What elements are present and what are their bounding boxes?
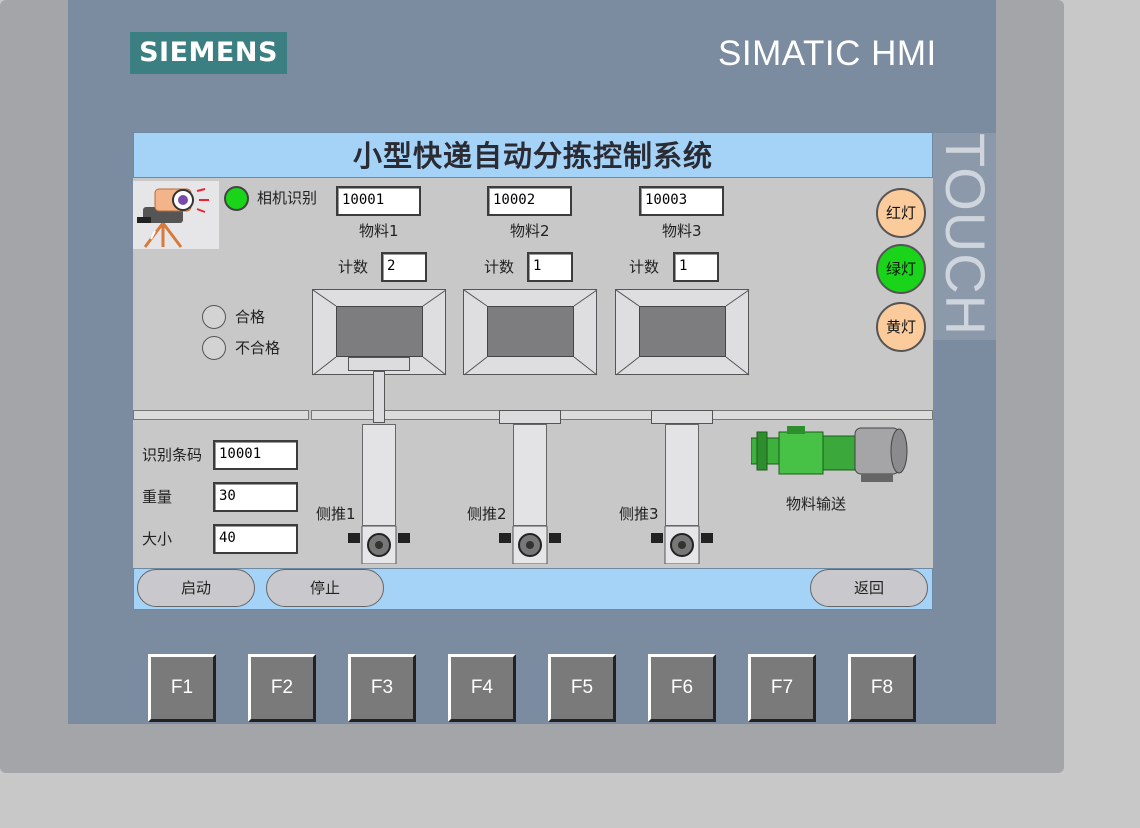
material-2-label: 物料2 <box>510 222 550 240</box>
start-button[interactable]: 启动 <box>137 569 255 607</box>
f1-key[interactable]: F1 <box>148 654 216 722</box>
pusher-2-label: 侧推2 <box>467 505 507 523</box>
material-1-label: 物料1 <box>359 222 399 240</box>
conveyor-motor-icon <box>751 426 908 482</box>
pusher-1-body <box>362 424 396 526</box>
yellow-light: 黄灯 <box>876 302 926 352</box>
sort-bin-2 <box>463 289 598 376</box>
f4-key[interactable]: F4 <box>448 654 516 722</box>
camera-icon <box>133 181 219 249</box>
hmi-screen: 小型快递自动分拣控制系统 相机识别 10001 物料1 10002 物料2 10… <box>133 132 933 610</box>
count-3-label: 计数 <box>629 258 660 276</box>
red-light: 红灯 <box>876 188 926 238</box>
barcode-value[interactable]: 10001 <box>213 440 298 470</box>
pusher-1-rod <box>373 371 385 423</box>
f7-key[interactable]: F7 <box>748 654 816 722</box>
f5-key[interactable]: F5 <box>548 654 616 722</box>
barcode-label: 识别条码 <box>142 446 203 464</box>
count-2-value[interactable]: 1 <box>527 252 573 282</box>
f6-key[interactable]: F6 <box>648 654 716 722</box>
camera-status-lamp <box>224 186 249 211</box>
pusher-1-motor-icon <box>348 526 410 564</box>
pusher-3-head <box>651 410 713 424</box>
model-label: SIMATIC HMI <box>718 34 937 73</box>
material-2-code[interactable]: 10002 <box>487 186 572 216</box>
touch-label: TOUCH <box>934 133 996 337</box>
green-light: 绿灯 <box>876 244 926 294</box>
fail-label: 不合格 <box>235 339 281 357</box>
camera-label: 相机识别 <box>257 189 318 207</box>
pusher-3-motor-icon <box>651 526 713 564</box>
stop-button[interactable]: 停止 <box>266 569 384 607</box>
siemens-logo: SIEMENS <box>130 32 287 74</box>
pass-indicator <box>202 305 226 329</box>
count-1-value[interactable]: 2 <box>381 252 427 282</box>
weight-value[interactable]: 30 <box>213 482 298 512</box>
conveyor-label: 物料输送 <box>786 495 847 513</box>
pusher-3-body <box>665 424 699 526</box>
material-3-label: 物料3 <box>662 222 702 240</box>
page-title: 小型快递自动分拣控制系统 <box>352 139 713 173</box>
pass-label: 合格 <box>235 308 266 326</box>
conveyor-rail-right <box>311 410 933 420</box>
size-value[interactable]: 40 <box>213 524 298 554</box>
size-label: 大小 <box>142 530 173 548</box>
material-1-code[interactable]: 10001 <box>336 186 421 216</box>
material-3-code[interactable]: 10003 <box>639 186 724 216</box>
f8-key[interactable]: F8 <box>848 654 916 722</box>
pusher-1-label: 侧推1 <box>316 505 356 523</box>
conveyor-rail-left <box>133 410 309 420</box>
count-1-label: 计数 <box>338 258 369 276</box>
count-3-value[interactable]: 1 <box>673 252 719 282</box>
pusher-3-label: 侧推3 <box>619 505 659 523</box>
weight-label: 重量 <box>142 488 173 506</box>
pusher-1-head <box>348 357 410 371</box>
fail-indicator <box>202 336 226 360</box>
sort-bin-3 <box>615 289 750 376</box>
pusher-2-head <box>499 410 561 424</box>
f3-key[interactable]: F3 <box>348 654 416 722</box>
pusher-2-body <box>513 424 547 526</box>
pusher-2-motor-icon <box>499 526 561 564</box>
back-button[interactable]: 返回 <box>810 569 928 607</box>
count-2-label: 计数 <box>484 258 515 276</box>
touch-label-strip: TOUCH <box>933 133 996 340</box>
f2-key[interactable]: F2 <box>248 654 316 722</box>
